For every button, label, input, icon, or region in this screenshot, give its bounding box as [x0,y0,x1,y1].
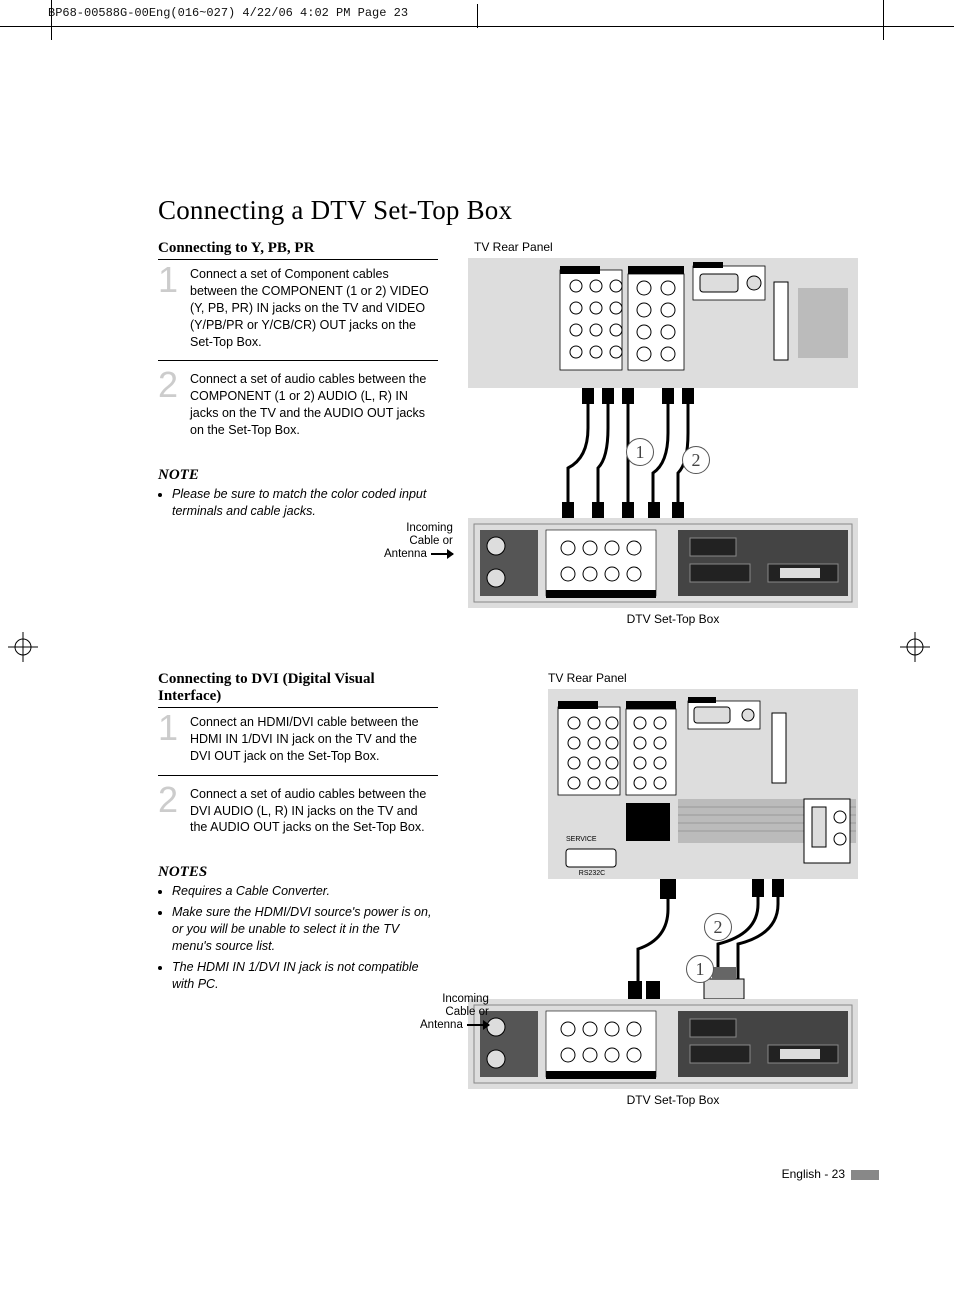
section2-step1: Connect an HDMI/DVI cable between the HD… [190,714,438,765]
callout-circle-2: 2 [682,446,710,474]
incoming-cable-label: Incoming Cable or Antenna [384,522,453,562]
step-number: 1 [158,714,182,765]
page-title: Connecting a DTV Set-Top Box [158,195,878,226]
section1-heading: Connecting to Y, PB, PR [158,240,438,260]
crop-right-top [883,0,884,40]
svg-text:SERVICE: SERVICE [566,836,597,843]
cable-diagram-1 [468,388,858,518]
section2-note-item: Make sure the HDMI/DVI source's power is… [172,904,438,955]
svg-text:RS232C: RS232C [579,870,605,877]
section1-note-list: Please be sure to match the color coded … [158,486,438,520]
tv-rear-panel-label-2: TV Rear Panel [548,671,878,685]
callout-circle-1b: 1 [686,955,714,983]
page-footer: English - 23 [782,1167,879,1181]
settop-box-diagram-2 [468,999,858,1089]
step-number: 2 [158,786,182,837]
notes-heading: NOTES [158,864,438,881]
arrow-icon [431,553,453,555]
footer-bar-icon [851,1170,879,1180]
crop-center-top [477,4,478,28]
registration-mark-right [900,632,930,662]
note-heading: NOTE [158,467,438,484]
tv-rear-panel-diagram-2: RS232C SERVICE [548,689,858,879]
callout-circle-1: 1 [626,438,654,466]
section2-note-item: The HDMI IN 1/DVI IN jack is not compati… [172,959,438,993]
step-number: 2 [158,371,182,439]
section1-note-item: Please be sure to match the color coded … [172,486,438,520]
cable-diagram-2 [468,879,858,999]
section2-note-item: Requires a Cable Converter. [172,883,438,900]
callout-circle-2b: 2 [704,913,732,941]
section2-step2: Connect a set of audio cables between th… [190,786,438,837]
crop-left-top [51,0,52,40]
dtv-box-label: DTV Set-Top Box [468,612,878,626]
arrow-icon [467,1024,489,1026]
dtv-box-label-2: DTV Set-Top Box [468,1093,878,1107]
settop-box-diagram [468,518,858,608]
section2-heading: Connecting to DVI (Digital Visual Interf… [158,671,438,708]
tv-rear-panel-diagram [468,258,858,388]
incoming-cable-label-2: Incoming Cable or Antenna [420,993,489,1033]
section1-step1: Connect a set of Component cables betwee… [190,266,438,350]
tv-rear-panel-label: TV Rear Panel [474,240,878,254]
step-number: 1 [158,266,182,350]
section1-step2: Connect a set of audio cables between th… [190,371,438,439]
section2-note-list: Requires a Cable Converter. Make sure th… [158,883,438,992]
registration-mark-left [8,632,38,662]
